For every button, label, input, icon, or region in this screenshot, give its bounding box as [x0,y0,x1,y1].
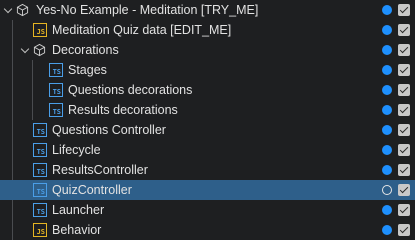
js-file-icon: JS [33,223,47,237]
tree-row-label: Meditation Quiz data [EDIT_ME] [52,23,232,37]
enabled-checkbox[interactable] [398,104,410,116]
tree-row-label: Behavior [52,223,102,237]
ts-file-icon: TS [49,63,63,77]
tree-row-label: Launcher [52,203,105,217]
visibility-dot[interactable] [382,65,392,75]
enabled-checkbox[interactable] [398,84,410,96]
visibility-dot[interactable] [382,145,392,155]
visibility-dot[interactable] [382,165,392,175]
enabled-checkbox[interactable] [398,44,410,56]
enabled-checkbox[interactable] [398,144,410,156]
tree-row-questions-controller[interactable]: TS Questions Controller [0,120,415,140]
ts-file-icon: TS [49,103,63,117]
enabled-checkbox[interactable] [398,124,410,136]
visibility-dot[interactable] [382,185,392,195]
enabled-checkbox[interactable] [398,224,410,236]
enabled-checkbox[interactable] [398,164,410,176]
enabled-checkbox[interactable] [398,184,410,196]
tree-row-root[interactable]: Yes-No Example - Meditation [TRY_ME] [0,0,415,20]
enabled-checkbox[interactable] [398,4,410,16]
tree-row-behavior[interactable]: JS Behavior [0,220,415,240]
tree-row-label: ResultsController [52,163,148,177]
tree-row-label: Stages [68,63,107,77]
visibility-dot[interactable] [382,45,392,55]
tree-row-results-decorations[interactable]: TS Results decorations [0,100,415,120]
visibility-dot[interactable] [382,225,392,235]
visibility-dot[interactable] [382,5,392,15]
tree-row-meditation-quiz-data[interactable]: JS Meditation Quiz data [EDIT_ME] [0,20,415,40]
cube-icon [33,43,47,57]
ts-file-icon: TS [33,123,47,137]
tree-row-label: Results decorations [68,103,178,117]
tree-row-label: Decorations [52,43,119,57]
ts-file-icon: TS [33,203,47,217]
enabled-checkbox[interactable] [398,204,410,216]
tree-row-results-controller[interactable]: TS ResultsController [0,160,415,180]
tree-row-label: Questions Controller [52,123,166,137]
tree-row-launcher[interactable]: TS Launcher [0,200,415,220]
visibility-dot[interactable] [382,125,392,135]
enabled-checkbox[interactable] [398,24,410,36]
visibility-dot[interactable] [382,85,392,95]
ts-file-icon: TS [49,83,63,97]
tree-row-questions-decorations[interactable]: TS Questions decorations [0,80,415,100]
tree-row-label: Questions decorations [68,83,193,97]
cube-icon [16,3,30,17]
tree-row-decorations[interactable]: Decorations [0,40,415,60]
ts-file-icon: TS [33,143,47,157]
ts-file-icon: TS [33,163,47,177]
enabled-checkbox[interactable] [398,64,410,76]
visibility-dot[interactable] [382,25,392,35]
tree-row-quiz-controller[interactable]: TS QuizController [0,180,415,200]
tree-row-label: Yes-No Example - Meditation [TRY_ME] [36,3,259,17]
tree-row-label: QuizController [52,183,132,197]
hierarchy-tree: Yes-No Example - Meditation [TRY_ME] JS … [0,0,415,240]
chevron-down-icon[interactable] [3,4,13,14]
tree-row-stages[interactable]: TS Stages [0,60,415,80]
ts-file-icon: TS [33,183,47,197]
visibility-dot[interactable] [382,105,392,115]
chevron-down-icon[interactable] [20,44,30,54]
tree-row-lifecycle[interactable]: TS Lifecycle [0,140,415,160]
js-file-icon: JS [33,23,47,37]
visibility-dot[interactable] [382,205,392,215]
tree-row-label: Lifecycle [52,143,101,157]
